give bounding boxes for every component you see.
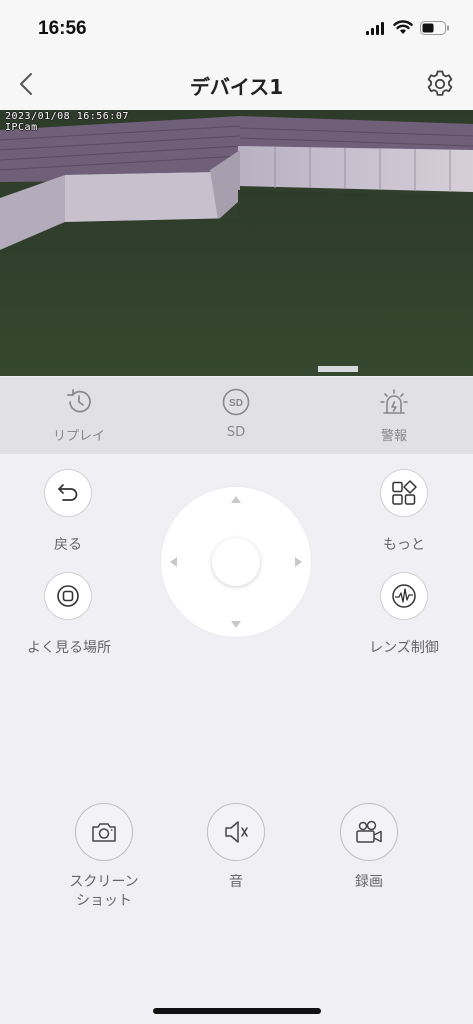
video-frame-image: [0, 110, 473, 376]
joystick-knob[interactable]: [212, 538, 260, 586]
back-label: 戻る: [54, 537, 82, 553]
arrow-up-icon[interactable]: [231, 496, 241, 503]
status-time: 16:56: [38, 18, 87, 39]
lens-control-label: レンズ制御: [369, 640, 439, 656]
undo-icon: [58, 484, 78, 501]
grid-diamond-icon: [392, 480, 417, 505]
screenshot-label-line2: ショット: [76, 893, 132, 909]
record-button[interactable]: [340, 803, 398, 861]
home-indicator[interactable]: [153, 1008, 321, 1014]
sd-button[interactable]: SD SD: [191, 387, 281, 440]
favorite-location-button[interactable]: [44, 572, 92, 620]
playback-toolbar: リプレイ SD SD 警報: [0, 377, 473, 454]
history-icon: [67, 389, 91, 413]
alarm-label: 警報: [380, 429, 407, 444]
navigation-bar: デバイス1: [0, 58, 473, 110]
camera-icon: [92, 823, 116, 842]
video-camera-icon: [356, 820, 382, 843]
record-label: 録画: [355, 874, 383, 890]
video-timestamp: 2023/01/08 16:56:07: [5, 111, 129, 122]
wifi-icon: [393, 20, 413, 34]
sound-label: 音: [229, 874, 243, 890]
alarm-light-icon: [380, 389, 408, 414]
more-label: もっと: [383, 537, 425, 553]
favorite-location-icon: [57, 585, 79, 607]
replay-button[interactable]: リプレイ: [34, 387, 124, 444]
lens-control-button[interactable]: [380, 572, 428, 620]
more-button[interactable]: [380, 469, 428, 517]
sd-card-icon: SD: [222, 388, 250, 416]
screenshot-label: スクリーン ショット: [44, 873, 164, 911]
battery-icon: [420, 21, 449, 35]
svg-text:SD: SD: [229, 398, 243, 409]
video-camera-label: IPCam: [5, 122, 38, 133]
speaker-muted-icon: [225, 821, 248, 843]
lens-waveform-icon: [392, 584, 416, 608]
screenshot-button[interactable]: [75, 803, 133, 861]
favorite-location-label: よく見る場所: [27, 640, 111, 656]
status-bar: 16:56: [0, 0, 473, 58]
gear-icon[interactable]: [424, 68, 456, 100]
sd-label: SD: [226, 425, 246, 440]
page-title: デバイス1: [189, 75, 284, 99]
arrow-right-icon[interactable]: [295, 557, 302, 567]
signal-icon: [366, 22, 384, 35]
replay-label: リプレイ: [52, 429, 105, 444]
arrow-left-icon[interactable]: [170, 557, 177, 567]
screenshot-label-line1: スクリーン: [69, 874, 139, 890]
back-button[interactable]: [44, 469, 92, 517]
arrow-down-icon[interactable]: [231, 621, 241, 628]
ptz-joystick[interactable]: [161, 487, 311, 637]
sound-button[interactable]: [207, 803, 265, 861]
live-video-feed[interactable]: 2023/01/08 16:56:07 IPCam: [0, 110, 473, 376]
alarm-button[interactable]: 警報: [349, 387, 439, 444]
